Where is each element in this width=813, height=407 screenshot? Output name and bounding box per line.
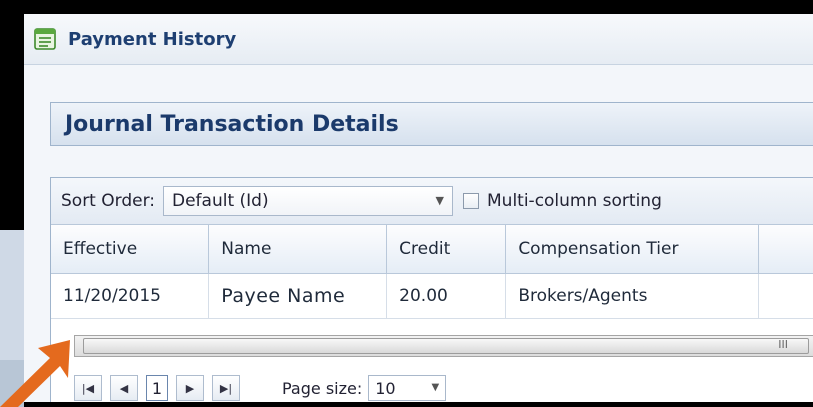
column-header-overflow [758, 225, 813, 274]
dropdown-arrow-icon[interactable]: ▼ [432, 382, 440, 393]
sort-order-label: Sort Order: [61, 191, 155, 211]
page-size-dropdown[interactable]: 10 ▼ [368, 375, 447, 401]
cell-name: Payee Name [208, 273, 388, 319]
last-page-icon: ▶| [219, 381, 233, 395]
sort-order-value: Default (Id) [172, 191, 269, 211]
next-page-button[interactable]: ▶ [176, 375, 204, 401]
window-title: Payment History [68, 28, 237, 50]
prev-page-button[interactable]: ◀ [110, 375, 138, 401]
column-header-name[interactable]: Name [208, 225, 388, 274]
annotation-arrow-icon [0, 340, 70, 407]
section-title: Journal Transaction Details [65, 111, 399, 137]
last-page-button[interactable]: ▶| [212, 375, 240, 401]
scrollbar-thumb[interactable]: III [83, 338, 809, 354]
cell-credit: 20.00 [386, 273, 507, 319]
multi-column-sorting-label[interactable]: Multi-column sorting [487, 191, 662, 211]
current-page-number[interactable]: 1 [146, 375, 168, 401]
cell-overflow [758, 273, 813, 319]
multi-column-sorting-checkbox[interactable] [463, 193, 479, 209]
sort-order-dropdown[interactable]: Default (Id) ▼ [163, 186, 453, 216]
section-header: Journal Transaction Details [50, 102, 813, 146]
dropdown-arrow-icon[interactable]: ▼ [436, 194, 444, 207]
transaction-grid: Sort Order: Default (Id) ▼ Multi-column … [50, 177, 813, 402]
page-size-label: Page size: [282, 378, 363, 398]
payment-history-window: Payment History Journal Transaction Deta… [24, 14, 813, 402]
column-header-effective[interactable]: Effective [51, 225, 210, 274]
window-list-icon [34, 28, 56, 50]
column-header-compensation-tier[interactable]: Compensation Tier [505, 225, 760, 274]
cell-effective: 11/20/2015 [51, 273, 210, 319]
page-size-value: 10 [375, 378, 396, 398]
cell-tier: Brokers/Agents [505, 273, 760, 319]
horizontal-scrollbar[interactable]: III [74, 335, 813, 357]
prev-page-icon: ◀ [119, 381, 129, 395]
pager: |◀ ◀ 1 ▶ ▶| Page size: 10 ▼ [74, 372, 813, 402]
next-page-icon: ▶ [185, 381, 195, 395]
transactions-table: Effective Name Credit Compensation Tier … [51, 225, 813, 319]
table-header-row: Effective Name Credit Compensation Tier [51, 225, 813, 274]
table-row[interactable]: 11/20/2015 Payee Name 20.00 Brokers/Agen… [51, 273, 813, 319]
title-bar: Payment History [24, 14, 813, 65]
scrollbar-grip: III [778, 338, 788, 351]
sort-bar: Sort Order: Default (Id) ▼ Multi-column … [51, 178, 813, 225]
column-header-credit[interactable]: Credit [386, 225, 507, 274]
